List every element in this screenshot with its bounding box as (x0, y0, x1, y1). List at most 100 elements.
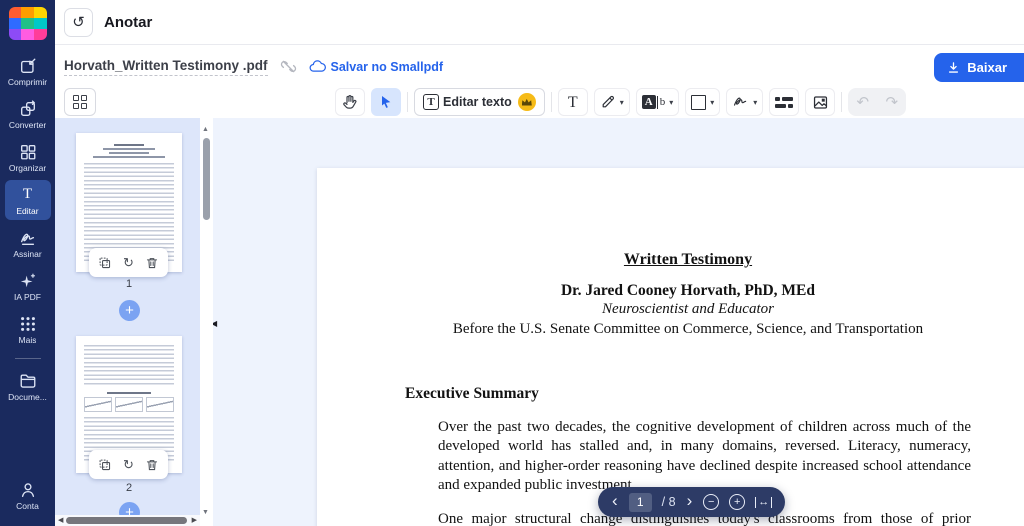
zoom-out-button[interactable]: − (703, 494, 720, 510)
pencil-icon (600, 94, 616, 110)
page-number-input[interactable]: 1 (628, 492, 652, 512)
sidebar-item-mais[interactable]: Mais (5, 309, 51, 349)
folder-icon (19, 372, 37, 390)
save-to-smallpdf-link[interactable]: Salvar no Smallpdf (309, 59, 443, 74)
organize-icon (19, 143, 37, 161)
sidebar-item-conta[interactable]: Conta (5, 475, 51, 515)
sidebar-item-ia-pdf[interactable]: IA PDF (5, 266, 51, 306)
horizontal-scrollbar[interactable]: ◀ ▶ (55, 515, 200, 526)
restart-button[interactable]: ↺ (64, 7, 93, 37)
scroll-down-arrow[interactable]: ▼ (202, 509, 209, 516)
download-icon (947, 61, 960, 74)
vertical-scrollbar-thumb[interactable] (203, 138, 210, 220)
rotate-page-button[interactable]: ↻ (123, 255, 134, 271)
cursor-icon (378, 94, 394, 110)
ai-sparkles-icon (19, 272, 37, 290)
vertical-scrollbar[interactable]: ▲ ▼ (200, 118, 213, 526)
chevron-down-icon: ▾ (619, 97, 624, 107)
list-bars-icon (775, 96, 794, 108)
chevron-down-icon: ▾ (710, 97, 715, 107)
paragraph: Over the past two decades, the cognitive… (438, 418, 971, 494)
pdf-page[interactable]: Written Testimony Dr. Jared Cooney Horva… (317, 168, 1024, 526)
document-content: Written Testimony Dr. Jared Cooney Horva… (405, 168, 971, 526)
sidebar-item-editar[interactable]: T Editar (4, 180, 51, 220)
page-1-hover-toolbar: ↻ (89, 248, 168, 277)
section-heading: Executive Summary (405, 385, 539, 402)
rotate-icon: ↻ (123, 456, 134, 472)
panel-collapse-handle[interactable]: ◀ (213, 319, 217, 328)
add-page-button[interactable]: + (119, 300, 140, 321)
scroll-right-arrow[interactable]: ▶ (192, 516, 197, 524)
unlink-icon[interactable] (280, 58, 297, 75)
mini-charts (84, 397, 174, 412)
draw-tool-button[interactable]: ▾ (593, 88, 630, 116)
thumbnail-panel-toggle-button[interactable] (64, 88, 96, 116)
thumbnail-panel: ↻ 1 + ↻ 2 + ◀ ▶ (55, 118, 200, 526)
text-tool-icon: T (567, 93, 578, 111)
delete-page-button[interactable] (145, 458, 159, 472)
image-icon (812, 94, 829, 111)
more-grid-icon (19, 315, 37, 333)
document-canvas: ◀ Written Testimony Dr. Jared Cooney Hor… (213, 118, 1024, 526)
delete-page-button[interactable] (145, 256, 159, 270)
insert-image-button[interactable] (805, 88, 836, 116)
sidebar-item-comprimir[interactable]: Comprimir (5, 51, 51, 91)
download-button[interactable]: Baixar (934, 53, 1024, 82)
chevron-down-icon: ▾ (753, 97, 758, 107)
page-total-label: / 8 (661, 495, 676, 509)
sidebar-item-converter[interactable]: Converter (5, 94, 51, 134)
signature-icon (19, 229, 37, 247)
signature-tool-button[interactable]: ▾ (726, 88, 764, 116)
redo-icon: ↷ (885, 94, 899, 111)
sidebar-item-assinar[interactable]: Assinar (5, 223, 51, 263)
select-tool-button[interactable] (371, 88, 401, 116)
sidebar-divider (14, 358, 41, 359)
sidebar: Comprimir Converter Organizar T Editar A… (0, 0, 55, 526)
undo-icon: ↶ (856, 94, 870, 111)
undo-redo-group: ↶ ↷ (848, 88, 907, 116)
page-title: Anotar (104, 13, 153, 31)
text-box-icon: T (423, 94, 439, 110)
fit-width-button[interactable]: ↔ (755, 496, 773, 508)
scroll-up-arrow[interactable]: ▲ (202, 126, 209, 133)
document-author: Dr. Jared Cooney Horvath, PhD, MEd (560, 281, 816, 299)
file-bar: Horvath_Written Testimony .pdf Salvar no… (55, 45, 1024, 88)
pan-tool-button[interactable] (335, 88, 365, 116)
rotate-icon: ↻ (123, 254, 134, 270)
next-page-button[interactable]: › (686, 492, 694, 512)
cloud-icon (309, 59, 326, 74)
page-2-hover-toolbar: ↻ (89, 450, 168, 479)
sidebar-item-organizar[interactable]: Organizar (5, 137, 51, 177)
document-author-role: Neuroscientist and Educator (602, 301, 774, 317)
undo-button[interactable]: ↶ (848, 88, 877, 116)
redo-button[interactable]: ↷ (877, 88, 906, 116)
horizontal-scrollbar-thumb[interactable] (66, 517, 187, 524)
highlight-icon: Ab (641, 95, 665, 109)
edit-text-icon: T (22, 186, 33, 202)
document-title: Written Testimony (623, 251, 753, 268)
page-number-label: 1 (125, 278, 133, 290)
premium-crown-icon (517, 93, 536, 111)
duplicate-page-button[interactable] (98, 458, 112, 472)
document-venue: Before the U.S. Senate Committee on Comm… (452, 320, 924, 337)
grid-icon (73, 95, 87, 109)
highlight-tool-button[interactable]: Ab ▾ (635, 88, 680, 116)
rotate-page-button[interactable]: ↻ (123, 457, 134, 473)
filename-field[interactable]: Horvath_Written Testimony .pdf (64, 58, 268, 76)
annotations-list-button[interactable] (769, 88, 800, 116)
add-text-tool-button[interactable]: T (557, 88, 588, 116)
page-navigation-bar: ‹ 1 / 8 › − + ↔ (598, 487, 786, 517)
top-bar: ↺ Anotar (55, 0, 1024, 45)
shape-tool-button[interactable]: ▾ (685, 88, 721, 116)
smallpdf-logo-icon[interactable] (8, 7, 47, 40)
restart-icon: ↺ (72, 14, 85, 31)
scroll-left-arrow[interactable]: ◀ (58, 516, 63, 524)
hand-icon (341, 93, 359, 111)
edit-text-button[interactable]: T Editar texto (414, 88, 545, 116)
duplicate-page-button[interactable] (98, 256, 112, 270)
toolbar-separator (550, 92, 552, 112)
previous-page-button[interactable]: ‹ (611, 492, 619, 512)
zoom-in-button[interactable]: + (729, 494, 746, 510)
sidebar-item-documentos[interactable]: Docume... (5, 366, 51, 406)
convert-icon (19, 99, 37, 118)
